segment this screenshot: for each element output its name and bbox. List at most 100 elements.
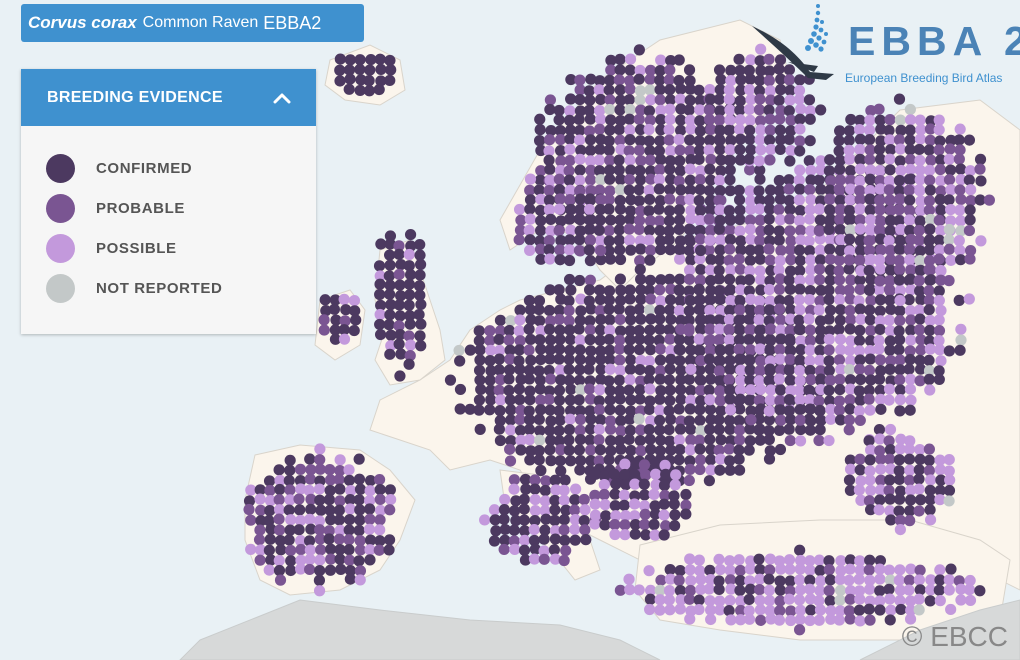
grid-cell [273,564,286,577]
grid-cell [865,294,877,307]
grid-cell [654,84,666,96]
grid-cell [713,553,725,565]
grid-cell [914,313,926,325]
grid-cell [913,275,925,287]
grid-cell [804,403,816,415]
grid-cell [873,343,885,355]
grid-cell [794,265,806,277]
grid-cell [834,594,846,606]
grid-cell [924,164,936,176]
grid-cell [263,544,275,556]
grid-cell [384,309,396,321]
grid-cell [534,434,546,446]
grid-cell [914,215,926,227]
grid-cell [573,134,586,146]
grid-cell [683,223,695,235]
grid-cell [564,154,576,167]
grid-cell [374,288,386,301]
grid-cell [714,394,726,407]
grid-cell [680,508,692,520]
grid-cell [864,314,876,326]
grid-cell [333,504,346,516]
grid-cell [794,224,807,236]
grid-cell [764,363,776,375]
grid-cell [794,283,806,295]
grid-cell [794,123,806,135]
grid-cell [774,143,786,156]
grid-cell [754,604,767,616]
grid-cell [558,524,570,536]
grid-cell [504,443,516,455]
grid-cell [864,204,876,216]
chevron-up-icon[interactable] [272,88,292,108]
grid-cell [893,274,905,286]
grid-cell [544,334,557,346]
grid-cell [874,165,886,177]
grid-cell [773,303,786,315]
grid-cell [745,384,757,396]
grid-cell [518,514,530,526]
grid-cell [884,493,896,505]
grid-cell [783,133,795,145]
grid-cell [559,474,571,486]
grid-cell [704,433,716,445]
grid-cell [854,163,866,175]
grid-cell [645,443,657,455]
grid-cell [943,574,955,586]
grid-cell [704,423,716,435]
grid-cell [963,224,976,237]
legend-header[interactable]: BREEDING EVIDENCE [21,69,316,126]
grid-cell [604,363,616,375]
grid-cell [944,474,956,486]
grid-cell [354,514,366,526]
grid-cell [285,555,297,567]
grid-cell [599,519,611,531]
grid-cell [574,464,586,476]
grid-cell [623,433,635,446]
grid-cell [493,423,505,435]
grid-cell [363,523,376,535]
grid-cell [664,193,676,205]
grid-cell [693,603,705,616]
grid-cell [525,354,537,366]
grid-cell [528,523,540,536]
grid-cell [413,308,425,321]
grid-cell [503,373,515,385]
grid-cell [764,254,776,266]
grid-cell [874,275,886,287]
grid-cell [893,243,905,255]
grid-cell [569,523,581,536]
grid-cell [583,223,596,236]
grid-cell [905,394,917,406]
grid-cell [654,284,666,296]
grid-cell [744,563,756,575]
grid-cell [354,504,366,516]
grid-cell [933,584,945,596]
grid-cell [874,323,886,336]
grid-cell [554,244,566,256]
grid-cell [334,483,346,495]
grid-cell [885,143,897,156]
grid-cell [674,423,687,435]
grid-cell [655,243,667,256]
grid-cell [274,524,286,536]
grid-cell [883,383,896,395]
grid-cell [513,383,525,395]
grid-cell [894,193,906,205]
grid-cell [714,563,726,576]
grid-cell [935,274,947,286]
grid-cell [598,479,610,491]
grid-cell [613,303,625,315]
grid-cell [864,353,876,365]
grid-cell [823,384,835,396]
grid-cell [913,143,925,156]
grid-cell [913,593,925,605]
grid-cell [783,105,795,117]
grid-cell [684,193,696,206]
grid-cell [733,334,745,346]
grid-cell [734,564,746,577]
grid-cell [454,403,466,415]
grid-cell [894,314,906,327]
grid-cell [574,344,586,356]
grid-cell [763,573,775,585]
